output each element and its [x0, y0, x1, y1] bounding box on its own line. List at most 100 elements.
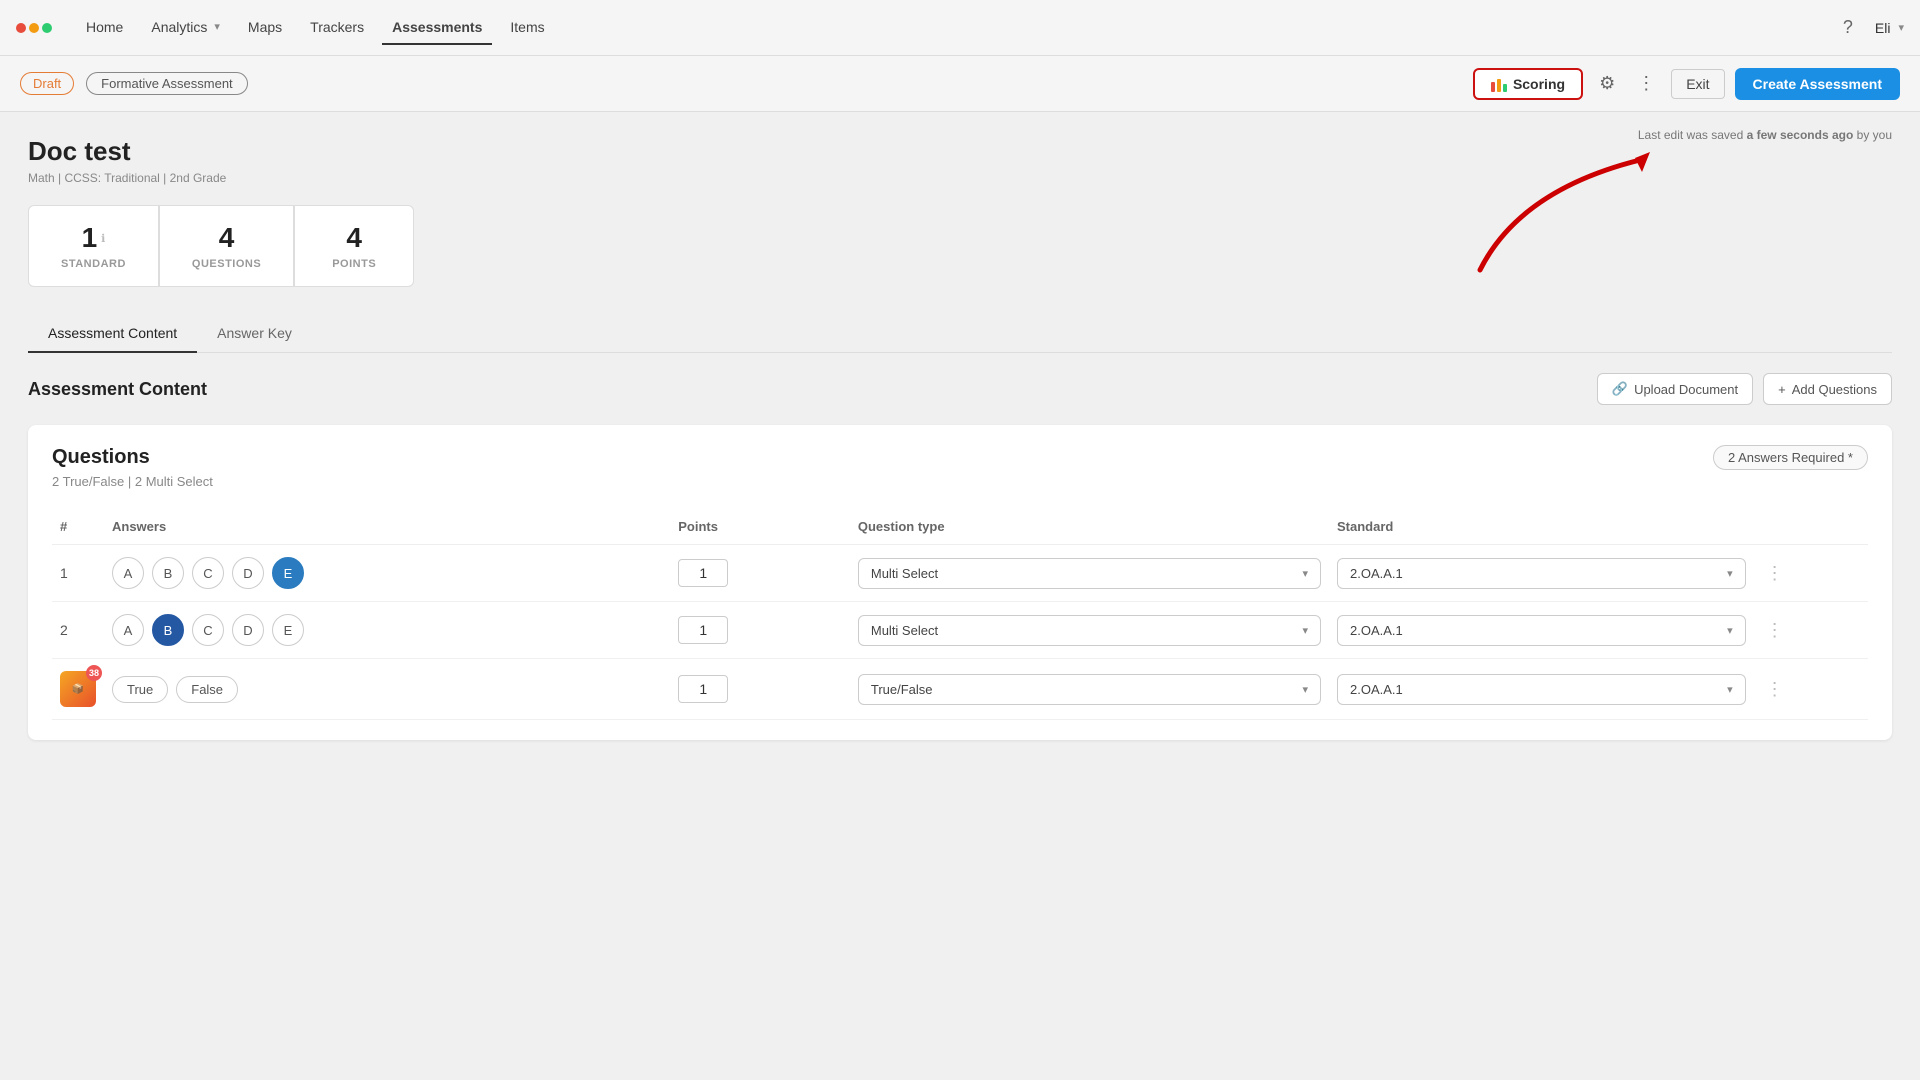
answers-required-badge: 2 Answers Required * — [1713, 445, 1868, 470]
nav-links: Home Analytics ▾ Maps Trackers Assessmen… — [76, 11, 555, 45]
nav-home[interactable]: Home — [76, 11, 133, 45]
answer-D-row1[interactable]: D — [232, 557, 264, 589]
col-number: # — [52, 509, 104, 545]
table-row: 1 A B C D E — [52, 545, 1868, 602]
points-input-row2[interactable] — [678, 616, 728, 644]
row1-question-type: Multi Select ▾ — [850, 545, 1329, 602]
answer-E-row2[interactable]: E — [272, 614, 304, 646]
answer-circles-row2: A B C D E — [112, 614, 662, 646]
logo-dot-orange — [29, 23, 39, 33]
section-header: Assessment Content 🔗 Upload Document + A… — [28, 373, 1892, 405]
tab-answer-key[interactable]: Answer Key — [197, 315, 312, 353]
col-actions — [1754, 509, 1868, 545]
answer-true-row3[interactable]: True — [112, 676, 168, 703]
saved-indicator: Last edit was saved a few seconds ago by… — [1638, 128, 1892, 142]
answer-E-row1[interactable]: E — [272, 557, 304, 589]
user-chevron-icon: ▾ — [1898, 21, 1904, 34]
row3-standard: 2.OA.A.1 ▾ — [1329, 659, 1754, 720]
scoring-button[interactable]: Scoring — [1473, 68, 1583, 100]
questions-header: Questions 2 Answers Required * — [52, 445, 1868, 470]
stat-standards: 1 ℹ STANDARD — [28, 205, 159, 287]
answer-false-row3[interactable]: False — [176, 676, 238, 703]
upload-document-button[interactable]: 🔗 Upload Document — [1597, 373, 1753, 405]
dropdown-chevron-icon: ▾ — [1302, 683, 1308, 696]
row1-answers: A B C D E — [104, 545, 670, 602]
questions-title: Questions — [52, 446, 150, 469]
nav-analytics[interactable]: Analytics ▾ — [141, 11, 230, 45]
answer-B-row2[interactable]: B — [152, 614, 184, 646]
tab-assessment-content[interactable]: Assessment Content — [28, 315, 197, 353]
tabs-bar: Assessment Content Answer Key — [28, 315, 1892, 353]
question-type-dropdown-row2[interactable]: Multi Select ▾ — [858, 615, 1321, 646]
col-points: Points — [670, 509, 850, 545]
toolbar: Draft Formative Assessment Scoring ⚙ ⋮ E… — [0, 56, 1920, 112]
link-icon: 🔗 — [1612, 381, 1628, 397]
exit-button[interactable]: Exit — [1671, 69, 1724, 99]
info-icon[interactable]: ℹ — [101, 232, 105, 245]
row2-answers: A B C D E — [104, 602, 670, 659]
more-options-button[interactable]: ⋮ — [1631, 67, 1661, 100]
settings-button[interactable]: ⚙ — [1593, 67, 1621, 100]
nav-right: ? Eli ▾ — [1837, 11, 1904, 44]
col-question-type: Question type — [850, 509, 1329, 545]
add-questions-button[interactable]: + Add Questions — [1763, 373, 1892, 405]
analytics-chevron-icon: ▾ — [214, 20, 220, 33]
answer-A-row2[interactable]: A — [112, 614, 144, 646]
navbar: Home Analytics ▾ Maps Trackers Assessmen… — [0, 0, 1920, 56]
help-button[interactable]: ? — [1837, 11, 1859, 44]
row2-points — [670, 602, 850, 659]
row2-actions[interactable]: ⋮ — [1754, 602, 1868, 659]
row3-actions[interactable]: ⋮ — [1754, 659, 1868, 720]
header-actions: 🔗 Upload Document + Add Questions — [1597, 373, 1892, 405]
points-input-row3[interactable] — [678, 675, 728, 703]
nav-items[interactable]: Items — [500, 11, 554, 45]
create-assessment-button[interactable]: Create Assessment — [1735, 68, 1900, 100]
col-standard: Standard — [1329, 509, 1754, 545]
row3-avatar-area: 📦 38 — [60, 671, 96, 707]
row3-more-icon[interactable]: ⋮ — [1762, 679, 1788, 699]
avatar-container: 📦 38 — [60, 671, 96, 707]
nav-trackers[interactable]: Trackers — [300, 11, 374, 45]
user-menu[interactable]: Eli ▾ — [1875, 20, 1904, 36]
answer-C-row1[interactable]: C — [192, 557, 224, 589]
logo — [16, 23, 52, 33]
scoring-chart-icon — [1491, 76, 1507, 92]
row1-standard: 2.OA.A.1 ▾ — [1329, 545, 1754, 602]
answer-circles-row1: A B C D E — [112, 557, 662, 589]
standard-dropdown-row1[interactable]: 2.OA.A.1 ▾ — [1337, 558, 1746, 589]
row2-more-icon[interactable]: ⋮ — [1762, 620, 1788, 640]
row3-question-type: True/False ▾ — [850, 659, 1329, 720]
formative-badge: Formative Assessment — [86, 72, 248, 95]
standard-dropdown-row2[interactable]: 2.OA.A.1 ▾ — [1337, 615, 1746, 646]
answer-B-row1[interactable]: B — [152, 557, 184, 589]
question-type-dropdown-row3[interactable]: True/False ▾ — [858, 674, 1321, 705]
row3-answers: True False — [104, 659, 670, 720]
points-input-row1[interactable] — [678, 559, 728, 587]
row1-points — [670, 545, 850, 602]
dropdown-chevron-icon: ▾ — [1302, 624, 1308, 637]
row1-actions[interactable]: ⋮ — [1754, 545, 1868, 602]
document-title: Doc test — [28, 136, 1892, 167]
standard-dropdown-row3[interactable]: 2.OA.A.1 ▾ — [1337, 674, 1746, 705]
section-title: Assessment Content — [28, 379, 207, 400]
answer-C-row2[interactable]: C — [192, 614, 224, 646]
question-type-dropdown-row1[interactable]: Multi Select ▾ — [858, 558, 1321, 589]
answer-D-row2[interactable]: D — [232, 614, 264, 646]
document-meta: Math | CCSS: Traditional | 2nd Grade — [28, 171, 1892, 185]
stats-row: 1 ℹ STANDARD 4 QUESTIONS 4 POINTS — [28, 205, 1892, 287]
col-answers: Answers — [104, 509, 670, 545]
table-row: 2 A B C D E — [52, 602, 1868, 659]
standard-chevron-icon: ▾ — [1727, 567, 1733, 580]
nav-assessments[interactable]: Assessments — [382, 11, 492, 45]
standard-chevron-icon: ▾ — [1727, 683, 1733, 696]
nav-maps[interactable]: Maps — [238, 11, 292, 45]
answer-pills-row3: True False — [112, 676, 662, 703]
row2-standard: 2.OA.A.1 ▾ — [1329, 602, 1754, 659]
logo-dot-red — [16, 23, 26, 33]
answer-A-row1[interactable]: A — [112, 557, 144, 589]
row2-num: 2 — [52, 602, 104, 659]
table-row: 📦 38 True False — [52, 659, 1868, 720]
stat-points: 4 POINTS — [294, 205, 414, 287]
dropdown-chevron-icon: ▾ — [1302, 567, 1308, 580]
row1-more-icon[interactable]: ⋮ — [1762, 563, 1788, 583]
